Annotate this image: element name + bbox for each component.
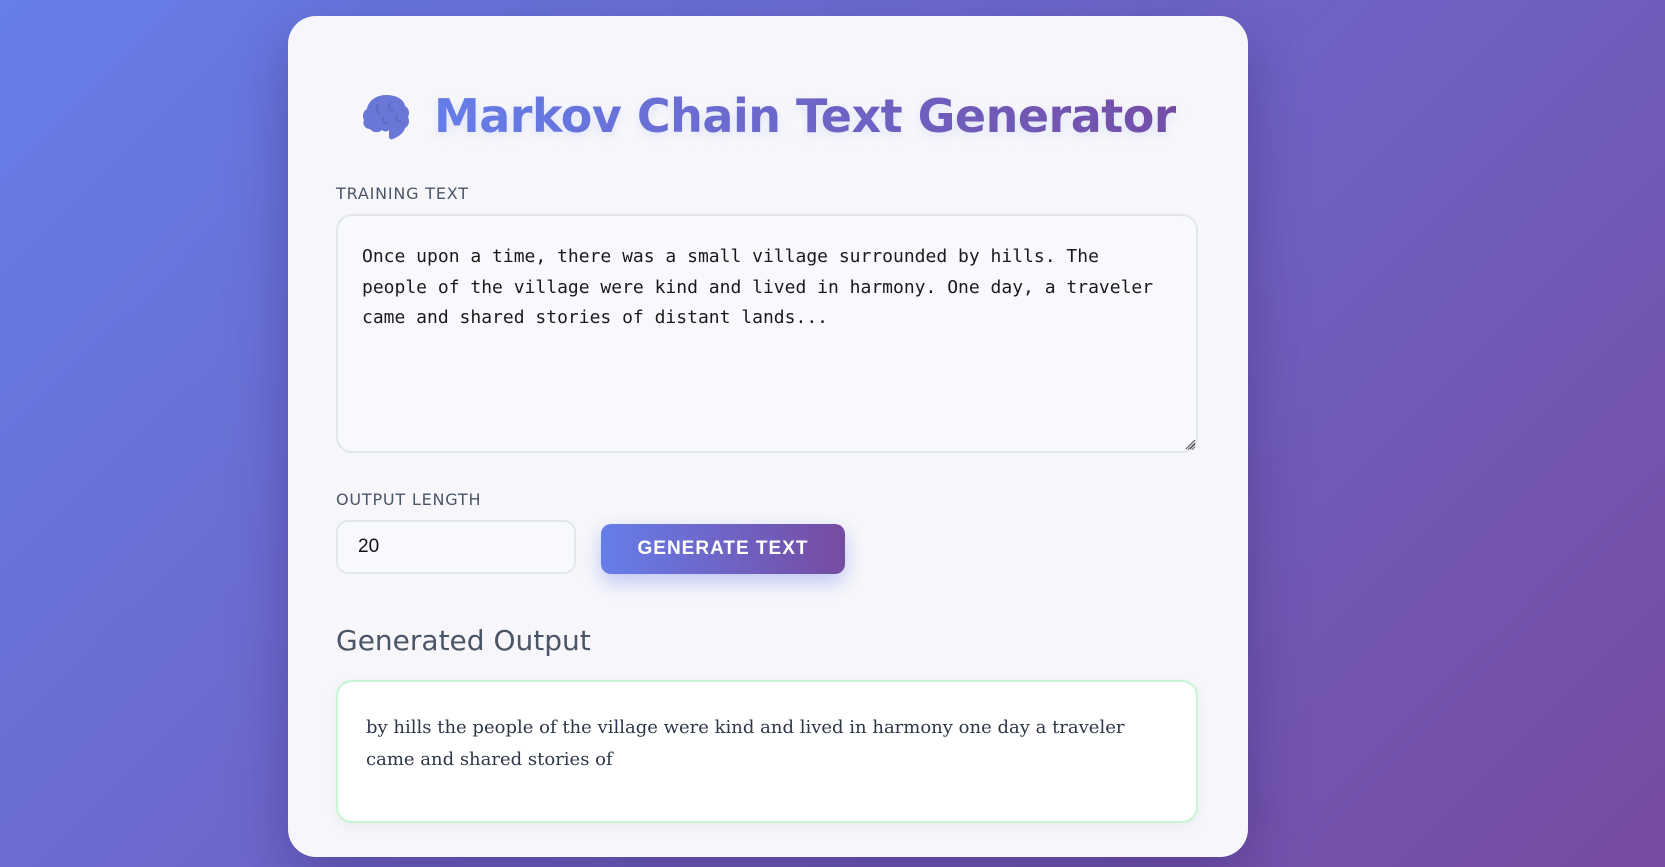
generated-output-heading: Generated Output bbox=[336, 624, 591, 657]
generator-card: Markov Chain Text Generator TRAINING TEX… bbox=[288, 16, 1248, 857]
training-text-label: TRAINING TEXT bbox=[336, 184, 469, 203]
page-header: Markov Chain Text Generator bbox=[288, 74, 1248, 158]
training-text-input[interactable]: Once upon a time, there was a small vill… bbox=[336, 214, 1198, 453]
generated-output-text: by hills the people of the village were … bbox=[366, 717, 1125, 770]
resize-handle-icon[interactable] bbox=[1184, 438, 1196, 450]
page-title: Markov Chain Text Generator bbox=[433, 89, 1177, 143]
generated-output-box: by hills the people of the village were … bbox=[336, 680, 1198, 823]
generate-text-button[interactable]: GENERATE TEXT bbox=[601, 524, 845, 574]
output-length-label: OUTPUT LENGTH bbox=[336, 490, 482, 509]
output-length-input[interactable] bbox=[336, 520, 576, 574]
brain-icon bbox=[360, 91, 412, 141]
